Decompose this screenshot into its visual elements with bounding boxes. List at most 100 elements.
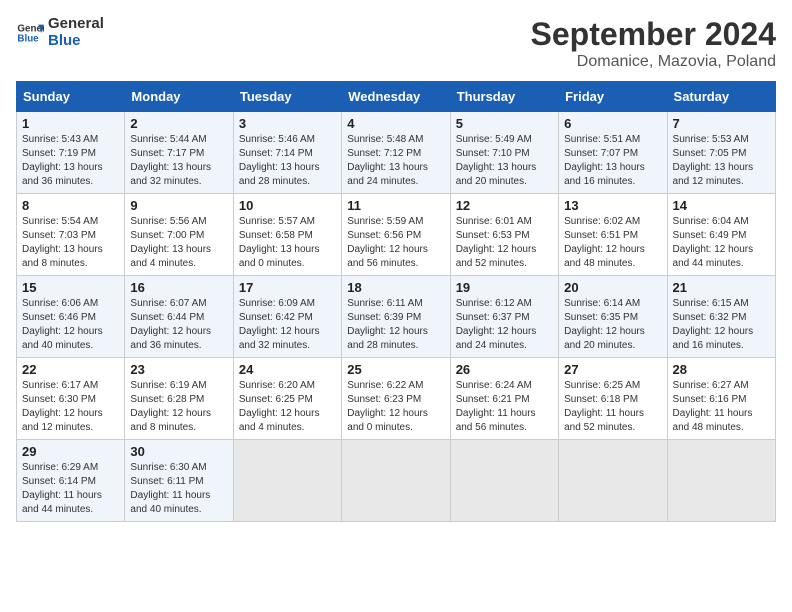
logo-icon: General Blue [16,19,44,47]
daylight-text: Daylight: 12 hours and 20 minutes. [564,325,661,353]
day-number: 13 [564,198,661,213]
calendar-cell [559,440,667,522]
day-number: 17 [239,280,336,295]
calendar-cell [342,440,450,522]
daylight-text: Daylight: 11 hours and 56 minutes. [456,407,553,435]
calendar-cell: 27Sunrise: 6:25 AMSunset: 6:18 PMDayligh… [559,358,667,440]
month-year-title: September 2024 [531,16,776,53]
daylight-text: Daylight: 13 hours and 20 minutes. [456,161,553,189]
svg-text:Blue: Blue [17,33,39,44]
day-number: 18 [347,280,444,295]
calendar-cell [450,440,558,522]
header-sunday: Sunday [17,82,125,112]
calendar-cell: 30Sunrise: 6:30 AMSunset: 6:11 PMDayligh… [125,440,233,522]
day-number: 4 [347,116,444,131]
daylight-text: Daylight: 12 hours and 4 minutes. [239,407,336,435]
logo: General Blue General Blue [16,16,104,49]
sunset-text: Sunset: 7:12 PM [347,147,444,161]
calendar-cell: 25Sunrise: 6:22 AMSunset: 6:23 PMDayligh… [342,358,450,440]
calendar-header: Sunday Monday Tuesday Wednesday Thursday… [17,82,776,112]
sunrise-text: Sunrise: 5:51 AM [564,133,661,147]
sunset-text: Sunset: 6:14 PM [22,475,119,489]
daylight-text: Daylight: 13 hours and 4 minutes. [130,243,227,271]
daylight-text: Daylight: 12 hours and 16 minutes. [673,325,770,353]
sunrise-text: Sunrise: 6:30 AM [130,461,227,475]
day-number: 15 [22,280,119,295]
sunset-text: Sunset: 6:28 PM [130,393,227,407]
daylight-text: Daylight: 11 hours and 40 minutes. [130,489,227,517]
calendar-cell: 7Sunrise: 5:53 AMSunset: 7:05 PMDaylight… [667,112,775,194]
sunset-text: Sunset: 6:23 PM [347,393,444,407]
sunrise-text: Sunrise: 6:27 AM [673,379,770,393]
sunset-text: Sunset: 7:17 PM [130,147,227,161]
sunrise-text: Sunrise: 6:01 AM [456,215,553,229]
sunset-text: Sunset: 6:16 PM [673,393,770,407]
sunrise-text: Sunrise: 6:17 AM [22,379,119,393]
sunset-text: Sunset: 6:30 PM [22,393,119,407]
sunrise-text: Sunrise: 6:11 AM [347,297,444,311]
sunrise-text: Sunrise: 5:56 AM [130,215,227,229]
daylight-text: Daylight: 12 hours and 56 minutes. [347,243,444,271]
day-number: 16 [130,280,227,295]
calendar-cell: 14Sunrise: 6:04 AMSunset: 6:49 PMDayligh… [667,194,775,276]
sunrise-text: Sunrise: 6:15 AM [673,297,770,311]
sunrise-text: Sunrise: 6:20 AM [239,379,336,393]
calendar-cell: 17Sunrise: 6:09 AMSunset: 6:42 PMDayligh… [233,276,341,358]
day-number: 12 [456,198,553,213]
calendar-cell: 19Sunrise: 6:12 AMSunset: 6:37 PMDayligh… [450,276,558,358]
daylight-text: Daylight: 12 hours and 0 minutes. [347,407,444,435]
day-number: 26 [456,362,553,377]
sunset-text: Sunset: 7:03 PM [22,229,119,243]
sunset-text: Sunset: 6:53 PM [456,229,553,243]
calendar-week-row: 29Sunrise: 6:29 AMSunset: 6:14 PMDayligh… [17,440,776,522]
header-friday: Friday [559,82,667,112]
daylight-text: Daylight: 12 hours and 44 minutes. [673,243,770,271]
sunrise-text: Sunrise: 5:54 AM [22,215,119,229]
daylight-text: Daylight: 12 hours and 48 minutes. [564,243,661,271]
daylight-text: Daylight: 12 hours and 24 minutes. [456,325,553,353]
daylight-text: Daylight: 11 hours and 52 minutes. [564,407,661,435]
sunset-text: Sunset: 6:46 PM [22,311,119,325]
day-number: 25 [347,362,444,377]
sunset-text: Sunset: 6:25 PM [239,393,336,407]
logo-line2: Blue [48,33,104,50]
calendar-cell: 6Sunrise: 5:51 AMSunset: 7:07 PMDaylight… [559,112,667,194]
calendar-cell: 1Sunrise: 5:43 AMSunset: 7:19 PMDaylight… [17,112,125,194]
day-number: 28 [673,362,770,377]
sunset-text: Sunset: 6:51 PM [564,229,661,243]
sunrise-text: Sunrise: 5:53 AM [673,133,770,147]
sunset-text: Sunset: 7:10 PM [456,147,553,161]
header-wednesday: Wednesday [342,82,450,112]
day-number: 21 [673,280,770,295]
day-number: 6 [564,116,661,131]
calendar-cell: 13Sunrise: 6:02 AMSunset: 6:51 PMDayligh… [559,194,667,276]
sunset-text: Sunset: 6:11 PM [130,475,227,489]
calendar-cell: 15Sunrise: 6:06 AMSunset: 6:46 PMDayligh… [17,276,125,358]
calendar-cell: 28Sunrise: 6:27 AMSunset: 6:16 PMDayligh… [667,358,775,440]
day-number: 7 [673,116,770,131]
day-number: 14 [673,198,770,213]
day-number: 19 [456,280,553,295]
sunset-text: Sunset: 6:37 PM [456,311,553,325]
logo-line1: General [48,16,104,33]
calendar-cell: 4Sunrise: 5:48 AMSunset: 7:12 PMDaylight… [342,112,450,194]
sunset-text: Sunset: 6:21 PM [456,393,553,407]
header-thursday: Thursday [450,82,558,112]
sunrise-text: Sunrise: 5:43 AM [22,133,119,147]
sunrise-text: Sunrise: 5:48 AM [347,133,444,147]
daylight-text: Daylight: 13 hours and 32 minutes. [130,161,227,189]
sunrise-text: Sunrise: 6:07 AM [130,297,227,311]
header-tuesday: Tuesday [233,82,341,112]
sunrise-text: Sunrise: 6:25 AM [564,379,661,393]
sunrise-text: Sunrise: 6:09 AM [239,297,336,311]
day-number: 1 [22,116,119,131]
daylight-text: Daylight: 12 hours and 8 minutes. [130,407,227,435]
sunrise-text: Sunrise: 5:59 AM [347,215,444,229]
sunrise-text: Sunrise: 6:24 AM [456,379,553,393]
day-number: 27 [564,362,661,377]
days-header-row: Sunday Monday Tuesday Wednesday Thursday… [17,82,776,112]
sunset-text: Sunset: 6:42 PM [239,311,336,325]
day-number: 24 [239,362,336,377]
day-number: 22 [22,362,119,377]
daylight-text: Daylight: 13 hours and 0 minutes. [239,243,336,271]
